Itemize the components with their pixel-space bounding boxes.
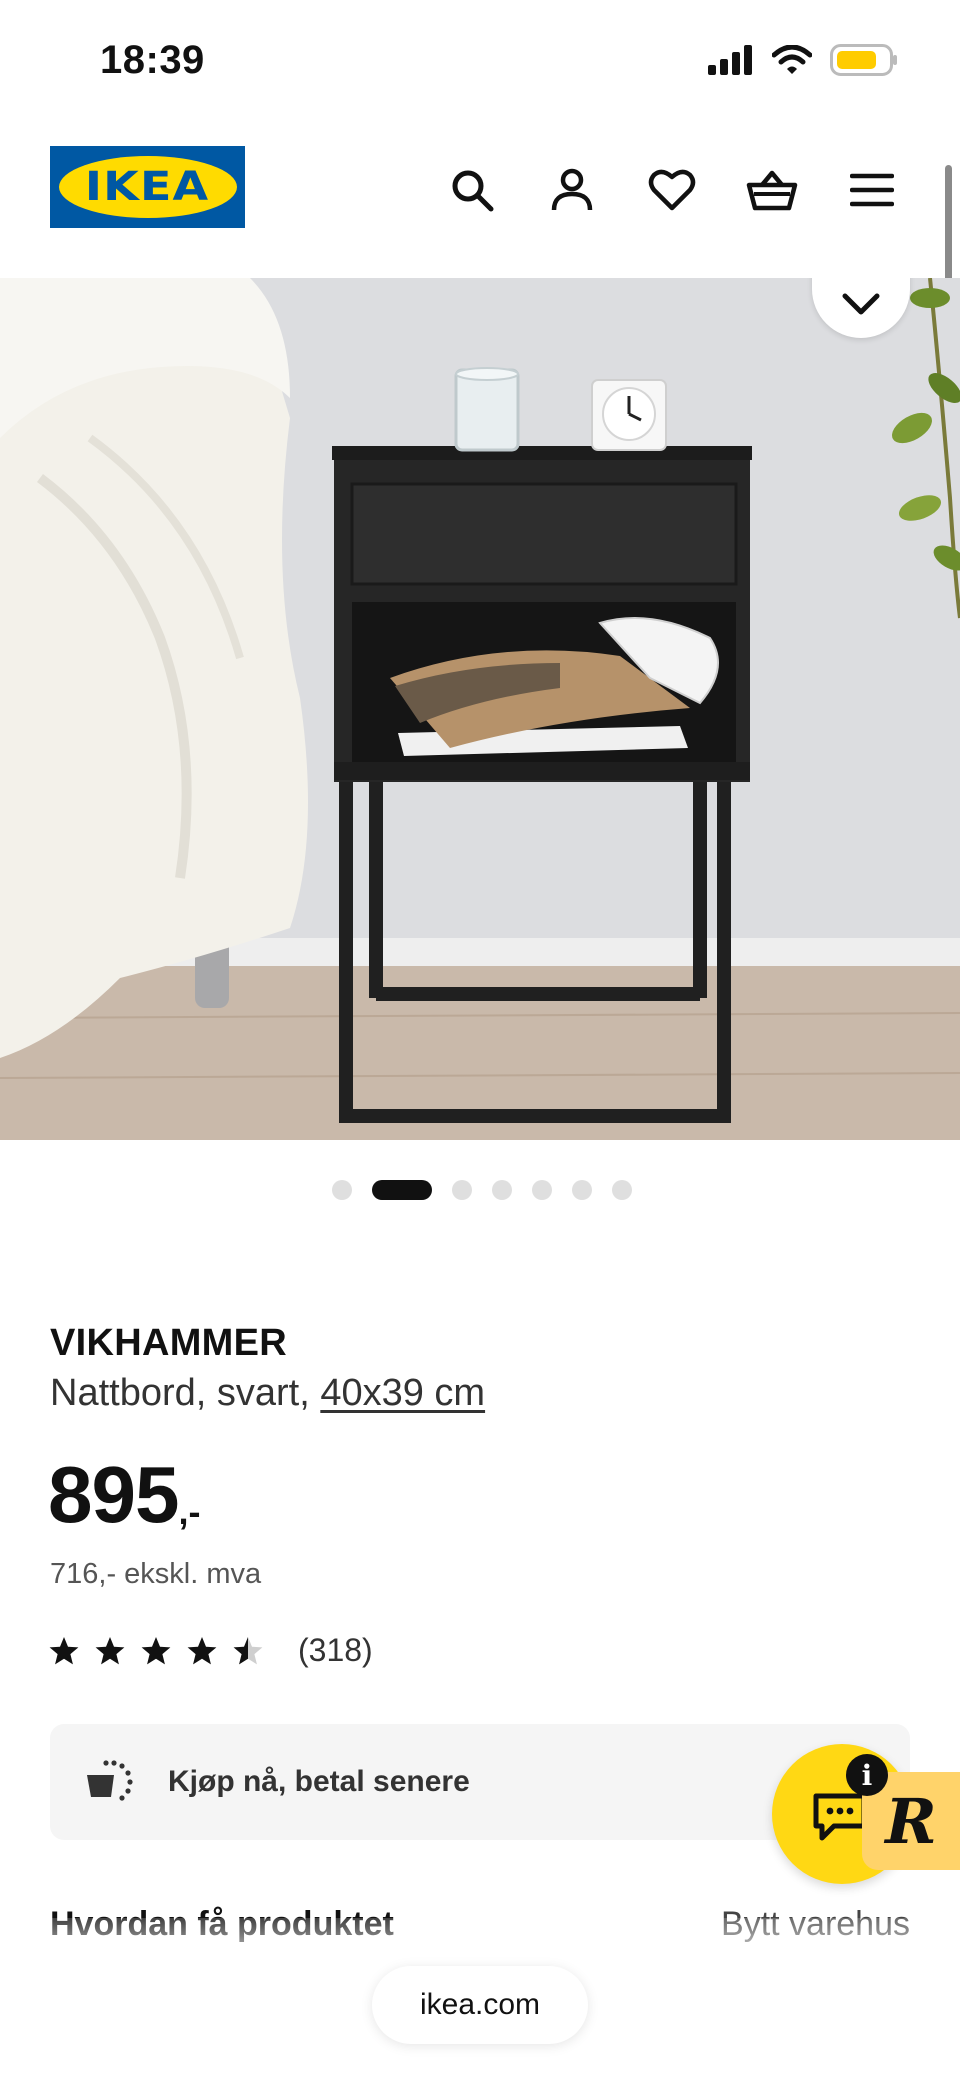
account-icon[interactable]: [544, 162, 600, 218]
gallery-dot[interactable]: [332, 1180, 352, 1200]
rating-count: (318): [298, 1632, 373, 1668]
logo-text: IKEA: [85, 164, 210, 210]
cellular-signal-icon: [708, 45, 754, 80]
gallery-dot[interactable]: [612, 1180, 632, 1200]
half-star-icon: [233, 1636, 263, 1664]
status-time: 18:39: [100, 38, 205, 82]
price-excl-vat: 716,- ekskl. mva: [50, 1558, 262, 1590]
chat-icon: [812, 1792, 868, 1847]
product-name: VIKHAMMER: [50, 1322, 288, 1364]
gallery-dot[interactable]: [452, 1180, 472, 1200]
price-suffix: ,-: [178, 1491, 201, 1532]
product-rating[interactable]: (318): [48, 1632, 373, 1669]
product-price: 895 ,-: [48, 1455, 200, 1535]
heart-icon[interactable]: [644, 162, 700, 218]
status-bar: 18:39: [0, 0, 960, 120]
product-description: Nattbord, svart, 40x39 cm: [50, 1372, 485, 1415]
wifi-icon: [771, 44, 813, 80]
cart-icon[interactable]: [744, 162, 800, 218]
gallery-pagination: [332, 1180, 632, 1200]
battery-icon: [830, 44, 898, 81]
pay-later-label: Kjøp nå, betal senere: [168, 1765, 470, 1798]
search-icon[interactable]: [444, 162, 500, 218]
star-icon: [49, 1636, 79, 1664]
pay-later-icon: [84, 1757, 134, 1808]
status-icons: [708, 44, 898, 81]
rating-stars: [48, 1635, 264, 1667]
star-icon: [141, 1636, 171, 1664]
gallery-dot[interactable]: [492, 1180, 512, 1200]
chevron-down-icon: [841, 292, 881, 316]
browser-url-bar[interactable]: ikea.com: [372, 1966, 588, 2044]
gallery-dot[interactable]: [572, 1180, 592, 1200]
star-icon: [95, 1636, 125, 1664]
header-icons: [444, 162, 900, 218]
site-header: IKEA: [0, 120, 960, 278]
gallery-dot[interactable]: [532, 1180, 552, 1200]
chat-info-badge[interactable]: i: [846, 1754, 888, 1796]
ikea-logo[interactable]: IKEA: [50, 146, 245, 228]
product-description-text: Nattbord, svart,: [50, 1372, 321, 1414]
product-image[interactable]: [0, 278, 960, 1140]
size-link[interactable]: 40x39 cm: [320, 1372, 485, 1414]
star-icon: [187, 1636, 217, 1664]
gallery-dot-active[interactable]: [372, 1180, 432, 1200]
menu-icon[interactable]: [844, 162, 900, 218]
price-amount: 895: [48, 1450, 179, 1539]
